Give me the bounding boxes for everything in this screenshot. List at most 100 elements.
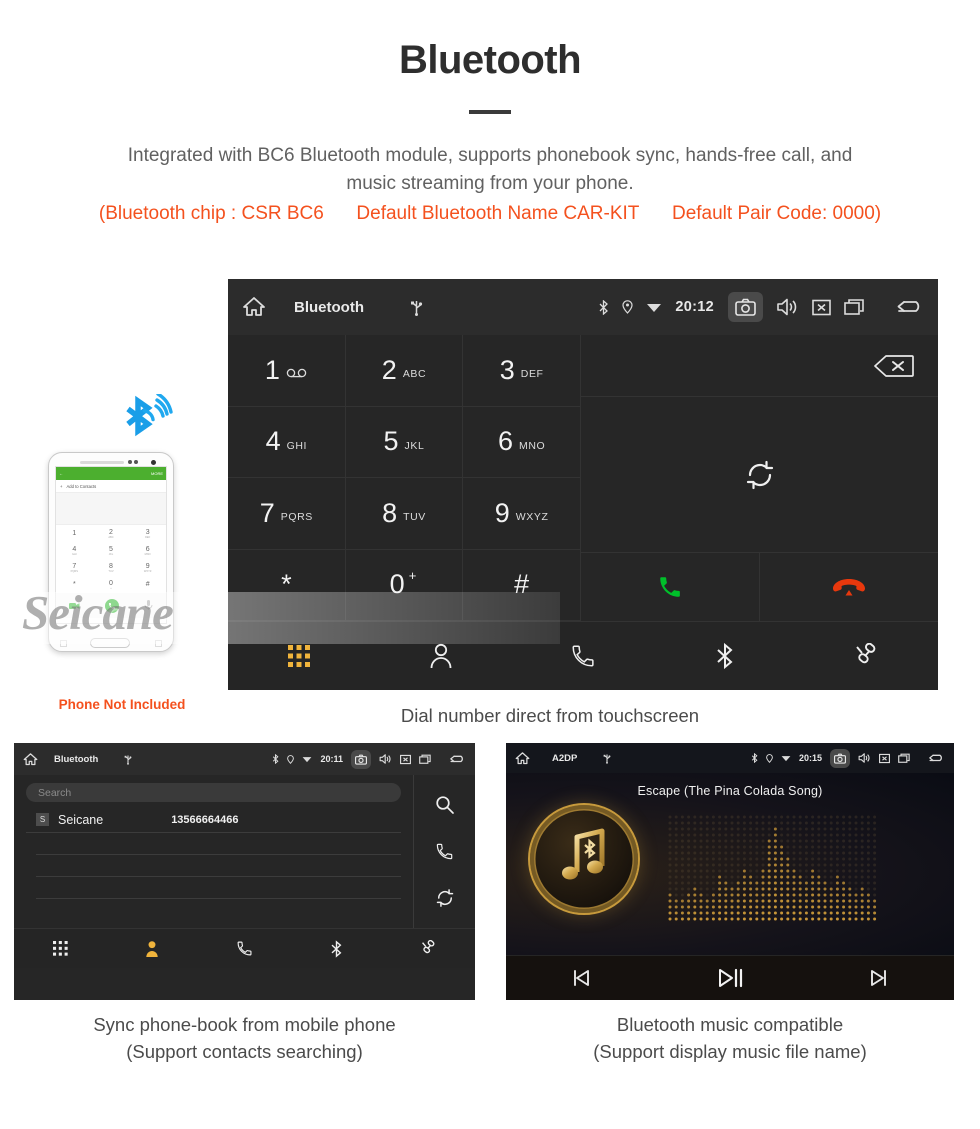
close-box-icon[interactable] xyxy=(400,754,411,765)
call-button[interactable] xyxy=(581,553,760,621)
camera-icon[interactable] xyxy=(830,748,850,768)
volume-icon[interactable] xyxy=(379,753,392,765)
recent-apps-icon[interactable] xyxy=(844,298,866,317)
nav-call-history[interactable] xyxy=(198,929,290,968)
a2dp-status-bar: A2DP 20:15 xyxy=(506,743,954,773)
phonebook-caption-line-2: (Support contacts searching) xyxy=(126,1040,363,1062)
nav-call-history[interactable] xyxy=(512,622,654,690)
home-icon[interactable] xyxy=(23,752,38,767)
backspace-icon[interactable] xyxy=(874,354,914,377)
search-input[interactable]: Search xyxy=(26,783,401,802)
close-box-icon[interactable] xyxy=(812,298,831,317)
contact-row-empty[interactable] xyxy=(36,877,401,899)
volume-icon[interactable] xyxy=(776,297,799,317)
recent-apps-icon[interactable] xyxy=(898,753,911,764)
call-action-row xyxy=(581,553,938,621)
dialed-number-field[interactable] xyxy=(581,335,938,397)
status-bar-right: 20:11 xyxy=(264,749,466,769)
nav-contacts[interactable] xyxy=(106,929,198,968)
key-hash[interactable]: # xyxy=(463,549,581,621)
nav-pair-link[interactable] xyxy=(796,622,938,690)
phone-add-contact-row: + Add to Contacts xyxy=(56,480,166,493)
phone-key: 5 JKL xyxy=(108,545,114,556)
wifi-icon xyxy=(646,301,662,313)
play-pause-button[interactable] xyxy=(655,967,804,989)
back-icon[interactable] xyxy=(896,298,924,317)
spec-pair-code: Default Pair Code: 0000) xyxy=(671,203,882,225)
key-4[interactable]: 4 GHI xyxy=(228,406,346,478)
key-6[interactable]: 6 MNO xyxy=(463,406,581,478)
bluetooth-icon xyxy=(751,753,758,763)
status-bar-left: Bluetooth xyxy=(23,752,132,767)
key-digit: # xyxy=(514,569,530,600)
nav-bluetooth[interactable] xyxy=(291,929,383,968)
close-box-icon[interactable] xyxy=(879,753,890,764)
nav-dialpad[interactable] xyxy=(228,622,370,690)
key-3[interactable]: 3 DEF xyxy=(463,335,581,407)
screen-title: A2DP xyxy=(552,752,578,764)
key-letters: MNO xyxy=(519,439,546,452)
location-icon xyxy=(287,754,295,764)
phone-keypad: 1 2 ABC 3 DEF 4 GHI 5 JKL 6 MNO 7 PQRS 8 TUV 9W… xyxy=(56,525,166,593)
key-9[interactable]: 9 WXYZ xyxy=(463,478,581,550)
phone-more-label: MORE xyxy=(151,471,163,476)
phonebook-status-bar: Bluetooth 20:11 xyxy=(14,743,475,775)
key-1[interactable]: 1 xyxy=(228,335,346,407)
recent-apps-icon[interactable] xyxy=(419,754,432,765)
next-track-button[interactable] xyxy=(805,968,954,988)
back-icon[interactable] xyxy=(928,753,945,764)
key-5[interactable]: 5 JKL xyxy=(345,406,464,478)
bluetooth-feature-page: Bluetooth Integrated with BC6 Bluetooth … xyxy=(0,0,980,1129)
sync-icon[interactable] xyxy=(744,459,776,491)
call-icon[interactable] xyxy=(435,842,454,861)
hangup-button[interactable] xyxy=(760,553,938,621)
nav-pair-link[interactable] xyxy=(383,929,475,968)
a2dp-caption: Bluetooth music compatible (Support disp… xyxy=(506,1012,954,1066)
key-8[interactable]: 8 TUV xyxy=(345,478,464,550)
previous-track-button[interactable] xyxy=(506,968,655,988)
phone-back-arrow-icon: ← xyxy=(59,471,63,476)
home-icon[interactable] xyxy=(242,295,266,319)
key-7[interactable]: 7 PQRS xyxy=(228,478,346,550)
usb-icon xyxy=(410,299,423,316)
phonebook-body: Search S Seicane 13566664466 xyxy=(14,775,475,928)
phonebook-caption-line-1: Sync phone-book from mobile phone xyxy=(93,1014,396,1035)
volume-icon[interactable] xyxy=(858,752,871,764)
nav-dialpad[interactable] xyxy=(14,929,106,968)
contact-row-empty[interactable] xyxy=(36,833,401,855)
key-star[interactable]: * xyxy=(228,549,346,621)
bluetooth-icon xyxy=(598,299,609,315)
key-digit: 5 xyxy=(383,426,399,457)
nav-contacts[interactable] xyxy=(370,622,512,690)
key-digit: 0 xyxy=(389,569,405,600)
sync-icon[interactable] xyxy=(435,888,455,908)
description-line-2: music streaming from your phone. xyxy=(346,172,634,194)
home-icon[interactable] xyxy=(515,751,530,766)
phone-key: # xyxy=(145,581,150,588)
contact-row-empty[interactable] xyxy=(36,855,401,877)
phone-body: ← MORE + Add to Contacts 1 2 ABC 3 DEF 4 GH… xyxy=(48,452,174,652)
contacts-list: Search S Seicane 13566664466 xyxy=(14,775,414,928)
key-letters: ABC xyxy=(402,368,427,381)
wifi-icon xyxy=(781,754,791,762)
camera-icon[interactable] xyxy=(728,292,763,322)
screen-title: Bluetooth xyxy=(294,298,364,316)
phone-key: 8 TUV xyxy=(108,562,114,573)
page-description: Integrated with BC6 Bluetooth module, su… xyxy=(0,142,980,197)
key-0[interactable]: 0 + xyxy=(345,549,464,621)
phone-mockup: ← MORE + Add to Contacts 1 2 ABC 3 DEF 4 GH… xyxy=(48,452,174,652)
nav-bluetooth[interactable] xyxy=(654,622,796,690)
phone-screen: ← MORE + Add to Contacts 1 2 ABC 3 DEF 4 GH… xyxy=(55,466,167,624)
key-2[interactable]: 2 ABC xyxy=(345,335,464,407)
search-icon[interactable] xyxy=(435,795,455,815)
phone-key: 2 ABC xyxy=(108,528,114,539)
phonebook-nav-bar xyxy=(14,928,475,968)
phone-key: 1 xyxy=(72,530,77,537)
contact-row[interactable]: S Seicane 13566664466 xyxy=(26,807,401,833)
camera-icon[interactable] xyxy=(351,749,371,769)
back-icon[interactable] xyxy=(449,754,466,765)
phone-key: 6 MNO xyxy=(144,545,151,556)
key-letters: TUV xyxy=(403,511,426,524)
key-letters: GHI xyxy=(286,439,308,452)
phone-home-key xyxy=(90,638,130,648)
